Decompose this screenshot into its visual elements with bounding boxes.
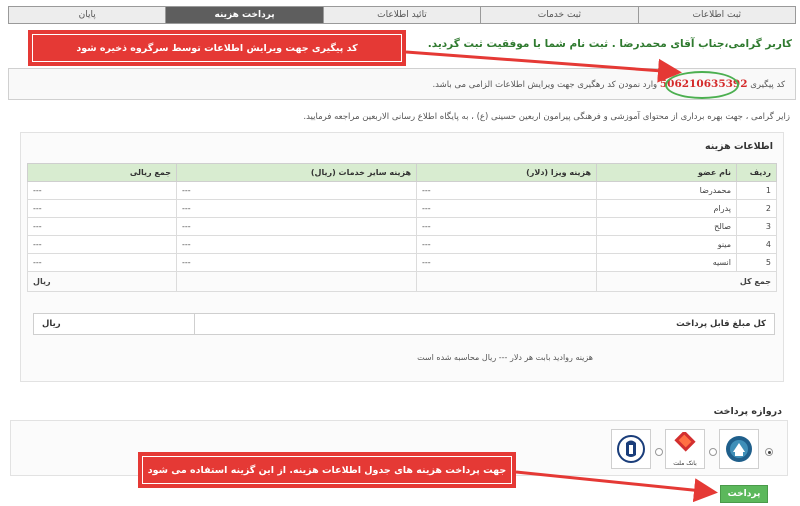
row-member-name: صالح xyxy=(596,217,737,236)
header-member-name: نام عضو xyxy=(596,163,737,182)
bank-mellat-radio[interactable] xyxy=(709,448,717,456)
row-index: 2 xyxy=(736,199,777,218)
payable-table: کل مبلغ قابل پرداخت ریال xyxy=(33,313,775,335)
row-services-cost: --- xyxy=(176,199,417,218)
tracking-hint: وارد نمودن کد رهگیری جهت ویرایش اطلاعات … xyxy=(432,80,658,90)
row-services-cost: --- xyxy=(176,217,417,236)
step-register-info[interactable]: ثبت اطلاعات xyxy=(637,7,795,23)
cost-panel: اطلاعات هزینه ردیف نام عضو هزینه ویزا (د… xyxy=(20,132,784,382)
table-row: 4 مینو --- --- --- xyxy=(27,235,777,254)
bank-melli-logo[interactable] xyxy=(719,429,759,469)
row-services-cost: --- xyxy=(176,253,417,272)
bank-saderat-radio[interactable] xyxy=(655,448,663,456)
row-visa-cost: --- xyxy=(416,181,597,200)
table-row: 1 محمدرضا --- --- --- xyxy=(27,181,777,200)
cost-table: ردیف نام عضو هزینه ویزا (دلار) هزینه سای… xyxy=(27,163,777,292)
row-total: --- xyxy=(27,217,177,236)
header-index: ردیف xyxy=(736,163,777,182)
welcome-message: کاربر گرامی،جناب آقای محمدرضا . ثبت نام … xyxy=(427,38,792,50)
row-member-name: پدرام xyxy=(596,199,737,218)
sum-value: ریال xyxy=(27,271,177,292)
bank-melli-icon xyxy=(726,436,752,462)
tracking-label: کد پیگیری xyxy=(750,80,785,90)
header-visa-cost: هزینه ویزا (دلار) xyxy=(416,163,597,182)
row-total: --- xyxy=(27,181,177,200)
callout-tracking-text: کد پیگیری جهت ویرایش اطلاعات توسط سرگروه… xyxy=(32,34,402,62)
step-confirm-info[interactable]: تائید اطلاعات xyxy=(322,7,481,23)
bank-saderat-icon xyxy=(617,435,645,463)
sum-label: جمع کل xyxy=(596,271,777,292)
bank-saderat-logo[interactable] xyxy=(611,429,651,469)
row-services-cost: --- xyxy=(176,235,417,254)
step-payment[interactable]: پرداخت هزینه xyxy=(165,7,323,23)
row-visa-cost: --- xyxy=(416,199,597,218)
gateway-title: دروازه پرداخت xyxy=(713,406,782,417)
cost-panel-title: اطلاعات هزینه xyxy=(704,141,773,152)
tracking-highlight-oval xyxy=(665,71,739,99)
callout-payment: جهت پرداخت هزینه های جدول اطلاعات هزینه.… xyxy=(138,452,516,488)
header-services-cost: هزینه سایر خدمات (ریال) xyxy=(176,163,417,182)
cost-table-header: ردیف نام عضو هزینه ویزا (دلار) هزینه سای… xyxy=(27,163,777,182)
steps-bar: ثبت اطلاعات ثبت خدمات تائید اطلاعات پردا… xyxy=(8,6,796,24)
step-register-services[interactable]: ثبت خدمات xyxy=(480,7,638,23)
step-finish[interactable]: پایان xyxy=(8,7,166,23)
row-index: 1 xyxy=(736,181,777,200)
row-member-name: مینو xyxy=(596,235,737,254)
sum-empty-visa xyxy=(416,271,597,292)
row-index: 3 xyxy=(736,217,777,236)
bank-mellat-logo[interactable]: بانک ملت xyxy=(665,429,705,469)
sum-empty-services xyxy=(176,271,417,292)
row-index: 5 xyxy=(736,253,777,272)
rate-note: هزینه روادید بابت هر دلار --- ریال محاسب… xyxy=(417,353,593,362)
payable-value: ریال xyxy=(33,313,195,335)
pay-button[interactable]: پرداخت xyxy=(720,485,768,503)
row-total: --- xyxy=(27,253,177,272)
header-total-rial: جمع ریالی xyxy=(27,163,177,182)
row-visa-cost: --- xyxy=(416,217,597,236)
bank-melli-radio[interactable] xyxy=(765,448,773,456)
bank-mellat-label: بانک ملت xyxy=(673,460,697,467)
table-row: 5 انسیه --- --- --- xyxy=(27,253,777,272)
row-total: --- xyxy=(27,235,177,254)
sum-row: جمع کل ریال xyxy=(27,271,777,292)
row-visa-cost: --- xyxy=(416,235,597,254)
row-visa-cost: --- xyxy=(416,253,597,272)
payable-row: کل مبلغ قابل پرداخت ریال xyxy=(33,313,775,335)
row-member-name: محمدرضا xyxy=(596,181,737,200)
row-index: 4 xyxy=(736,235,777,254)
table-row: 3 صالح --- --- --- xyxy=(27,217,777,236)
row-services-cost: --- xyxy=(176,181,417,200)
table-row: 2 پدرام --- --- --- xyxy=(27,199,777,218)
row-total: --- xyxy=(27,199,177,218)
callout-payment-text: جهت پرداخت هزینه های جدول اطلاعات هزینه.… xyxy=(142,456,512,484)
row-member-name: انسیه xyxy=(596,253,737,272)
payable-label: کل مبلغ قابل پرداخت xyxy=(194,313,775,335)
tracking-box: کد پیگیری 506210635392 وارد نمودن کد رهگ… xyxy=(8,68,796,100)
callout-tracking: کد پیگیری جهت ویرایش اطلاعات توسط سرگروه… xyxy=(28,30,406,66)
info-line: زایر گرامی ، جهت بهره برداری از محتوای آ… xyxy=(303,112,790,122)
